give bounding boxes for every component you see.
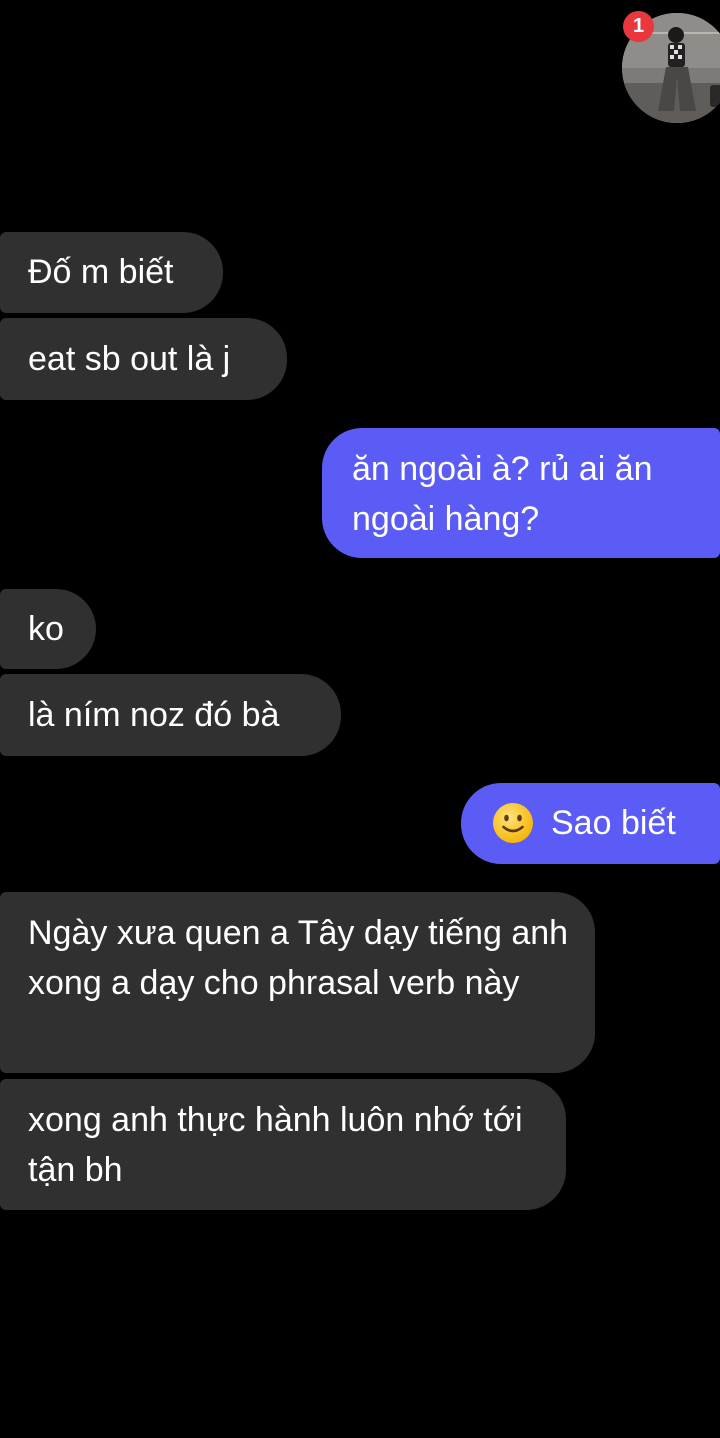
message-bubble-outgoing[interactable]: ăn ngoài à? rủ ai ăn ngoài hàng? (322, 428, 720, 558)
message-bubble-incoming[interactable]: eat sb out là j (0, 318, 287, 400)
slightly-smiling-face-icon (493, 803, 533, 844)
message-text: là ním noz đó bà (28, 696, 280, 734)
unread-badge: 1 (623, 11, 654, 42)
message-text: eat sb out là j (28, 340, 231, 378)
message-bubble-incoming[interactable]: Ngày xưa quen a Tây dạy tiếng anh xong a… (0, 892, 595, 1073)
message-text: Ngày xưa quen a Tây dạy tiếng anh xong a… (28, 914, 569, 1002)
message-bubble-incoming[interactable]: là ním noz đó bà (0, 674, 341, 756)
message-text: ăn ngoài à? rủ ai ăn ngoài hàng? (352, 450, 653, 538)
message-bubble-incoming[interactable]: xong anh thực hành luôn nhớ tới tận bh (0, 1079, 566, 1210)
message-text: Sao biết (551, 804, 676, 842)
message-bubble-outgoing[interactable]: Sao biết (461, 783, 720, 864)
message-text: xong anh thực hành luôn nhớ tới tận bh (28, 1101, 523, 1189)
message-text: Đố m biết (28, 253, 174, 291)
message-bubble-incoming[interactable]: ko (0, 589, 96, 669)
message-text: ko (28, 610, 64, 648)
message-bubble-incoming[interactable]: Đố m biết (0, 232, 223, 313)
